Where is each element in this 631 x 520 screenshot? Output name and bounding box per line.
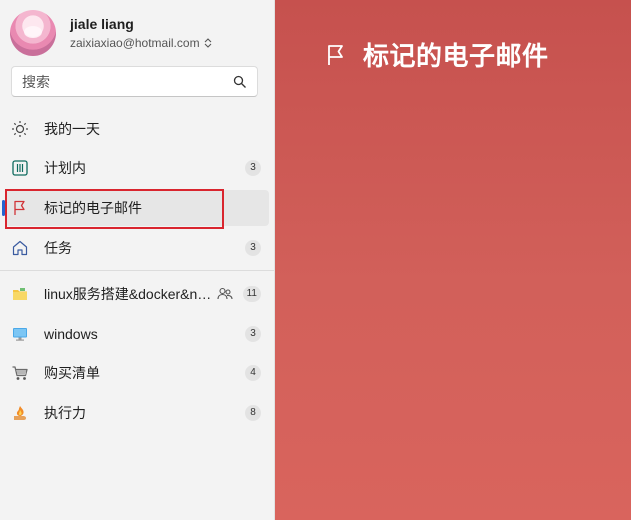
profile-text: jiale liang zaixiaxiao@hotmail.com xyxy=(70,15,212,51)
list-item-execution[interactable]: 执行力 8 xyxy=(5,395,269,431)
count-badge: 3 xyxy=(245,160,261,176)
calendar-grid-icon xyxy=(10,158,30,178)
divider xyxy=(0,270,274,271)
list-item-shopping[interactable]: 购买清单 4 xyxy=(5,355,269,391)
shared-people-icon xyxy=(217,287,233,300)
main-pane: 标记的电子邮件 xyxy=(275,0,631,520)
count-badge: 3 xyxy=(245,326,261,342)
avatar[interactable] xyxy=(10,10,56,56)
flag-icon xyxy=(328,44,343,65)
count-badge: 3 xyxy=(245,240,261,256)
nav-label-tasks: 任务 xyxy=(44,240,72,256)
profile-name: jiale liang xyxy=(70,16,134,32)
nav-item-tasks[interactable]: 任务 3 xyxy=(5,230,269,266)
list-item-linux[interactable]: linux服务搭建&docker&nginx 11 xyxy=(5,276,269,312)
count-badge: 11 xyxy=(242,286,261,302)
sun-icon xyxy=(10,119,30,139)
list-label: linux服务搭建&docker&nginx xyxy=(44,286,214,302)
search-input[interactable] xyxy=(22,73,222,90)
nav-item-planned[interactable]: 计划内 3 xyxy=(5,150,269,186)
home-icon xyxy=(10,238,30,258)
list-label: 执行力 xyxy=(44,405,86,421)
count-badge: 4 xyxy=(245,365,261,381)
list-label: 购买清单 xyxy=(44,365,100,381)
search-box[interactable] xyxy=(11,66,258,97)
account-profile[interactable]: jiale liang zaixiaxiao@hotmail.com xyxy=(10,10,265,56)
list-label: windows xyxy=(44,326,98,342)
nav-label-planned: 计划内 xyxy=(44,160,86,176)
folder-icon xyxy=(10,284,30,304)
sidebar: jiale liang zaixiaxiao@hotmail.com 搜索 我的… xyxy=(0,0,275,520)
chevron-updown-icon[interactable] xyxy=(204,38,212,48)
count-badge: 8 xyxy=(245,405,261,421)
fire-hand-icon xyxy=(10,403,30,423)
nav-item-flagged-email[interactable]: 标记的电子邮件 xyxy=(2,190,269,226)
monitor-icon xyxy=(10,324,30,344)
main-header: 标记的电子邮件 xyxy=(325,36,549,73)
profile-email-row[interactable]: zaixiaxiao@hotmail.com xyxy=(70,35,212,51)
shopping-cart-icon xyxy=(10,363,30,383)
selection-indicator xyxy=(2,200,5,216)
nav-label-my-day: 我的一天 xyxy=(44,121,100,137)
flag-icon xyxy=(10,198,30,218)
search-icon[interactable] xyxy=(233,75,247,89)
page-title: 标记的电子邮件 xyxy=(363,41,549,71)
list-item-windows[interactable]: windows 3 xyxy=(5,316,269,352)
nav-label-flagged-email: 标记的电子邮件 xyxy=(44,200,142,216)
profile-email: zaixiaxiao@hotmail.com xyxy=(70,36,200,50)
nav-item-my-day[interactable]: 我的一天 xyxy=(5,111,269,147)
